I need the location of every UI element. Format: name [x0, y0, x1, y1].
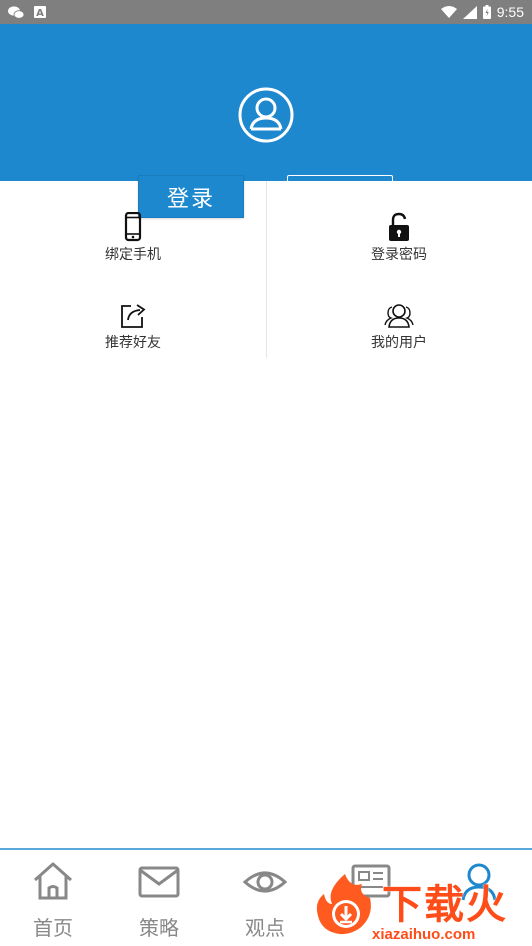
menu-item-recommend-friend[interactable]: 推荐好友: [33, 300, 233, 352]
menu-item-label: 推荐好友: [105, 335, 161, 351]
flame-logo-icon: [310, 872, 380, 936]
user-avatar-icon[interactable]: [238, 87, 294, 143]
nav-item-home[interactable]: 首页: [0, 860, 106, 941]
profile-header: [0, 24, 532, 181]
menu-item-label: 登录密码: [371, 247, 427, 263]
mail-icon: [137, 860, 181, 904]
register-button[interactable]: [287, 175, 393, 183]
menu-item-my-users[interactable]: 我的用户: [299, 300, 499, 352]
menu-item-login-password[interactable]: 登录密码: [299, 212, 499, 264]
nav-label: 策略: [139, 916, 179, 940]
wifi-icon: [440, 5, 457, 19]
a-badge-icon: A: [34, 6, 46, 18]
watermark-url: xiazaihuo.com: [372, 926, 476, 943]
menu-item-label: 我的用户: [371, 335, 427, 351]
nav-item-viewpoint[interactable]: 观点: [212, 860, 318, 941]
eye-icon: [242, 860, 288, 904]
wechat-icon: [8, 5, 24, 19]
watermark: 下载火 xiazaihuo.com: [310, 868, 532, 946]
grid-divider: [266, 181, 267, 358]
screen: A 9:55 登录 绑定手机 登录密码 推荐好友 我的用户 首页 策略 观点 下…: [0, 0, 532, 946]
svg-text:A: A: [36, 8, 44, 18]
watermark-brand: 下载火: [382, 882, 508, 928]
battery-icon: [482, 5, 491, 19]
share-icon: [118, 300, 148, 330]
nav-item-strategy[interactable]: 策略: [106, 860, 212, 941]
menu-item-label: 绑定手机: [105, 247, 161, 263]
lock-icon: [384, 212, 414, 242]
status-bar: A 9:55: [0, 0, 532, 24]
nav-label: 观点: [245, 916, 285, 940]
nav-label: 首页: [33, 916, 73, 940]
home-icon: [31, 860, 75, 904]
status-time: 9:55: [496, 4, 524, 20]
users-icon: [384, 300, 414, 330]
menu-item-bind-phone[interactable]: 绑定手机: [33, 211, 233, 264]
signal-icon: [462, 5, 477, 19]
phone-icon: [118, 211, 148, 242]
